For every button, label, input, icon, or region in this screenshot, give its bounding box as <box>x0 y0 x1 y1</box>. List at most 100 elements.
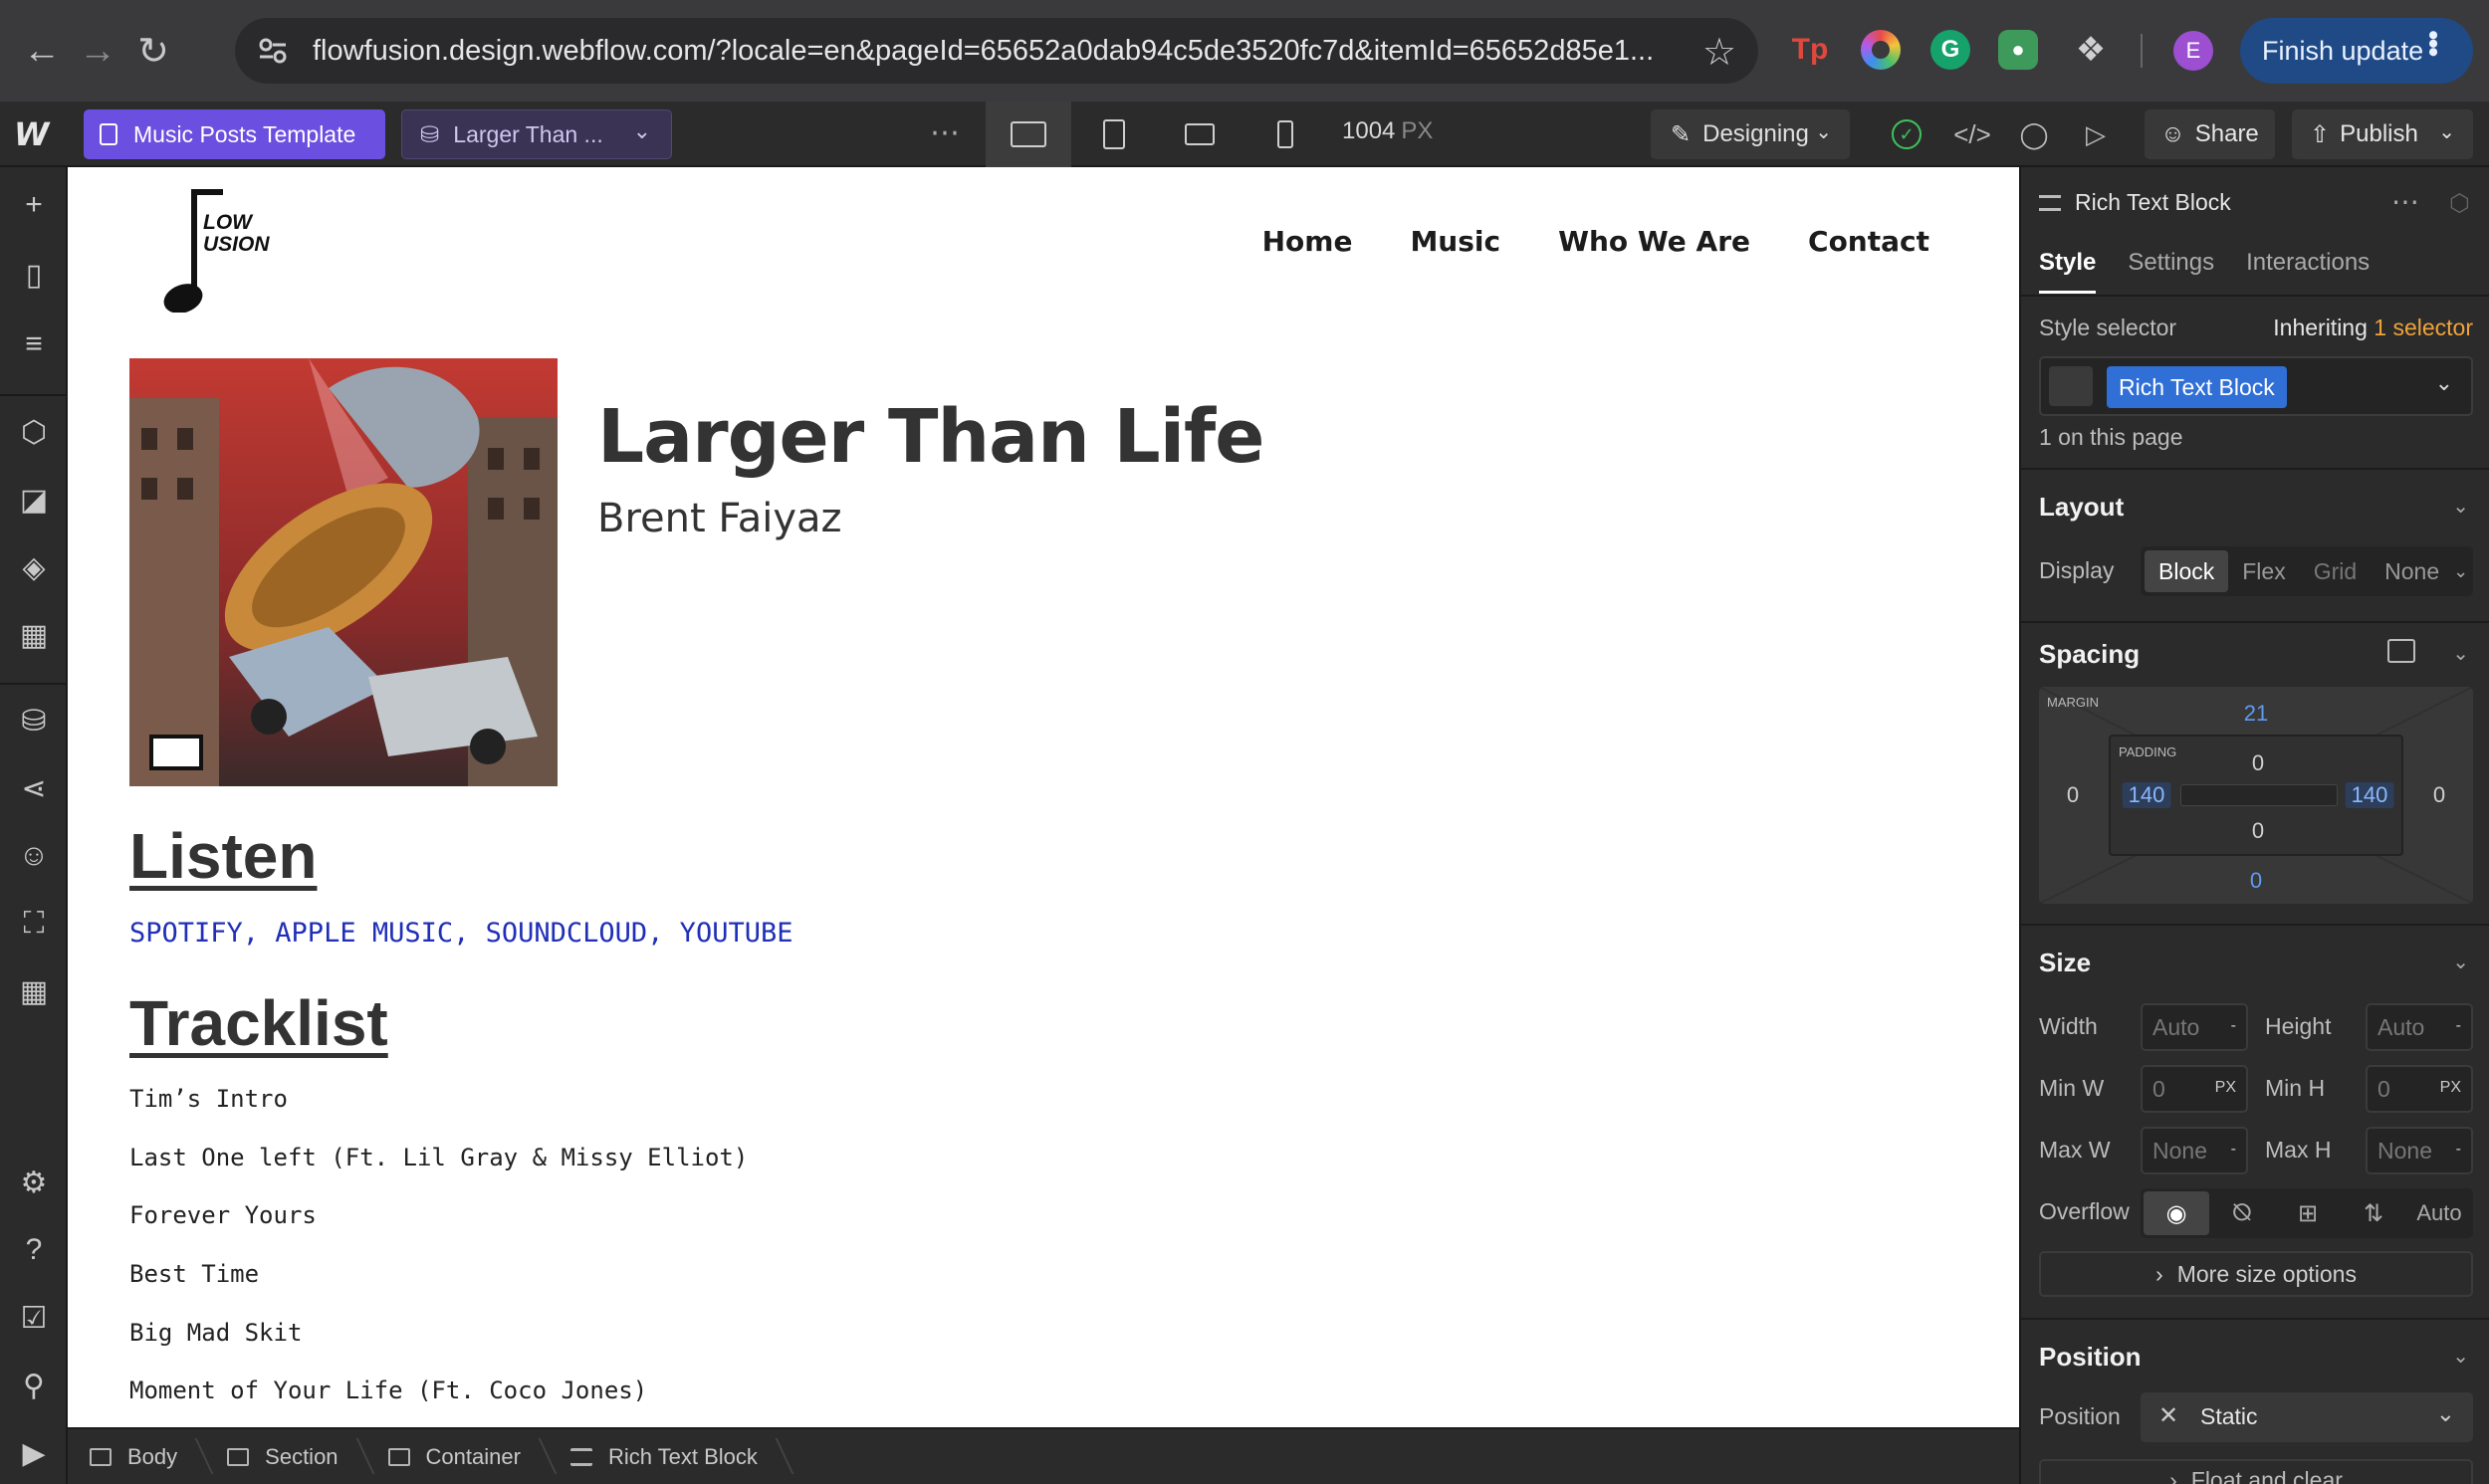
tab-style[interactable]: Style <box>2039 249 2097 294</box>
overflow-scroll-icon[interactable]: ⊞ <box>2275 1191 2341 1235</box>
tasks-check-icon[interactable]: ☑ <box>14 1298 54 1338</box>
inheriting-info[interactable]: Inheriting 1 selector <box>2273 315 2473 341</box>
max-width-input[interactable]: None - <box>2141 1127 2248 1174</box>
layout-section-title[interactable]: Layout <box>2039 492 2124 523</box>
chevron-down-icon[interactable]: ⌄ <box>2452 494 2469 519</box>
nav-who-we-are[interactable]: Who We Are <box>1558 225 1750 258</box>
nav-home[interactable]: Home <box>1262 225 1353 258</box>
tab-settings[interactable]: Settings <box>2128 249 2214 294</box>
breakpoint-mobile-button[interactable] <box>1243 102 1328 167</box>
breakpoint-desktop-button[interactable] <box>986 102 1071 167</box>
display-block-option[interactable]: Block <box>2145 550 2229 592</box>
audit-check-icon[interactable]: ✓ <box>1892 119 1922 149</box>
chevron-down-icon[interactable]: ⌄ <box>2453 561 2468 582</box>
webflow-logo-icon[interactable]: W <box>14 115 54 153</box>
chevron-down-icon[interactable]: ⌄ <box>2452 1344 2469 1369</box>
apps-icon[interactable]: ▦ <box>14 971 54 1011</box>
margin-left-value[interactable]: 0 <box>2067 782 2079 808</box>
tp-extension-icon[interactable]: Tp <box>1790 30 1830 70</box>
chevron-down-icon[interactable]: ⌄ <box>2435 370 2453 396</box>
margin-bottom-value[interactable]: 0 <box>2250 868 2262 894</box>
cms-item-selector[interactable]: ⛁ Larger Than ... ⌄ <box>401 109 672 159</box>
comment-icon[interactable]: ◯ <box>2015 115 2053 153</box>
address-bar[interactable]: flowfusion.design.webflow.com/?locale=en… <box>235 18 1758 84</box>
display-flex-option[interactable]: Flex <box>2228 550 2299 592</box>
components-icon[interactable]: ⬡ <box>14 412 54 452</box>
chevron-down-icon[interactable]: ⌄ <box>2452 641 2469 666</box>
position-section-title[interactable]: Position <box>2039 1342 2142 1373</box>
add-element-icon[interactable]: + <box>14 185 54 225</box>
publish-button[interactable]: ⇧ Publish ⌄ <box>2292 109 2473 159</box>
breadcrumb-rich-text-block[interactable]: Rich Text Block <box>549 1428 786 1484</box>
help-icon[interactable]: ? <box>14 1230 54 1270</box>
canvas-width-readout[interactable]: 1004 PX <box>1342 117 1433 145</box>
page-selector[interactable]: Music Posts Template <box>84 109 385 159</box>
url-text[interactable]: flowfusion.design.webflow.com/?locale=en… <box>313 35 1687 68</box>
display-none-option[interactable]: None <box>2371 550 2453 592</box>
reload-icon[interactable]: ↻ <box>125 23 181 79</box>
tab-interactions[interactable]: Interactions <box>2246 249 2370 294</box>
size-section-title[interactable]: Size <box>2039 948 2091 978</box>
designer-mode-dropdown[interactable]: ✎ Designing ⌄ <box>1651 109 1850 159</box>
video-tutorial-icon[interactable]: ▶ <box>14 1433 54 1473</box>
overflow-hidden-eye-off-icon[interactable]: ⦰ <box>2209 1191 2275 1235</box>
max-height-input[interactable]: None - <box>2366 1127 2473 1174</box>
back-arrow-icon[interactable]: ← <box>14 23 70 79</box>
settings-gear-icon[interactable]: ⚙ <box>14 1163 54 1202</box>
overflow-visible-eye-icon[interactable]: ◉ <box>2144 1191 2209 1235</box>
breakpoint-landscape-button[interactable] <box>1157 102 1243 167</box>
color-picker-extension-icon[interactable] <box>1861 30 1901 70</box>
share-button[interactable]: ☺ Share <box>2145 109 2275 159</box>
margin-top-value[interactable]: 21 <box>2244 701 2268 727</box>
ecommerce-icon[interactable]: ⛶ <box>14 904 54 944</box>
nav-contact[interactable]: Contact <box>1808 225 1929 258</box>
selector-tag[interactable]: Rich Text Block <box>2107 366 2287 408</box>
height-input[interactable]: Auto - <box>2366 1003 2473 1051</box>
more-options-icon[interactable]: ⋯ <box>2391 185 2419 218</box>
position-select[interactable]: ✕ Static ⌄ <box>2141 1392 2473 1442</box>
listen-links[interactable]: SPOTIFY, APPLE MUSIC, SOUNDCLOUD, YOUTUB… <box>129 918 792 949</box>
display-grid-option[interactable]: Grid <box>2300 550 2371 592</box>
assets-icon[interactable]: ▦ <box>14 615 54 655</box>
variables-icon[interactable]: ◈ <box>14 547 54 587</box>
style-selectors-icon[interactable]: ◪ <box>14 480 54 520</box>
spacing-section-title[interactable]: Spacing <box>2039 639 2140 670</box>
forward-arrow-icon[interactable]: → <box>70 23 125 79</box>
search-icon[interactable]: ⚲ <box>14 1366 54 1405</box>
design-canvas[interactable]: LOW USION Home Music Who We Are Contact <box>68 167 2019 1427</box>
robot-extension-icon[interactable]: ● <box>1998 30 2038 70</box>
album-cover-image[interactable] <box>129 358 558 786</box>
site-logo[interactable]: LOW USION <box>159 183 279 314</box>
chevron-down-icon[interactable]: ⌄ <box>2452 950 2469 974</box>
pages-icon[interactable]: ▯ <box>14 255 54 295</box>
breakpoint-tablet-button[interactable] <box>1071 102 1157 167</box>
more-size-options-button[interactable]: › More size options <box>2039 1251 2473 1297</box>
selector-field[interactable]: Rich Text Block ⌄ <box>2039 356 2473 416</box>
users-icon[interactable]: ☺ <box>14 836 54 876</box>
cms-icon[interactable]: ⛁ <box>14 701 54 741</box>
breadcrumb-body[interactable]: Body <box>68 1428 205 1484</box>
breadcrumb-section[interactable]: Section <box>205 1428 365 1484</box>
profile-avatar[interactable]: E <box>2173 31 2213 71</box>
logic-icon[interactable]: ⋖ <box>14 768 54 808</box>
padding-top-value[interactable]: 0 <box>2252 750 2264 776</box>
navigator-icon[interactable]: ≡ <box>14 324 54 364</box>
preview-play-icon[interactable]: ▷ <box>2077 115 2115 153</box>
margin-right-value[interactable]: 0 <box>2433 782 2445 808</box>
breadcrumb-container[interactable]: Container <box>366 1428 549 1484</box>
overflow-clip-icon[interactable]: ⇅ <box>2341 1191 2406 1235</box>
more-options-icon[interactable]: ⋯ <box>930 115 960 150</box>
code-icon[interactable]: </> <box>1953 115 1991 153</box>
float-and-clear-button[interactable]: › Float and clear <box>2039 1459 2473 1484</box>
overflow-auto-option[interactable]: Auto <box>2406 1191 2472 1235</box>
min-width-input[interactable]: 0 PX <box>2141 1065 2248 1113</box>
padding-left-value[interactable]: 140 <box>2122 782 2171 808</box>
width-input[interactable]: Auto - <box>2141 1003 2248 1051</box>
extensions-puzzle-icon[interactable]: ❖ <box>2071 30 2111 70</box>
min-height-input[interactable]: 0 PX <box>2366 1065 2473 1113</box>
spacing-preset-icon[interactable] <box>2387 639 2415 663</box>
nav-music[interactable]: Music <box>1410 225 1500 258</box>
padding-right-value[interactable]: 140 <box>2345 782 2394 808</box>
site-info-icon[interactable] <box>253 31 293 71</box>
grammarly-extension-icon[interactable]: G <box>1930 30 1970 70</box>
